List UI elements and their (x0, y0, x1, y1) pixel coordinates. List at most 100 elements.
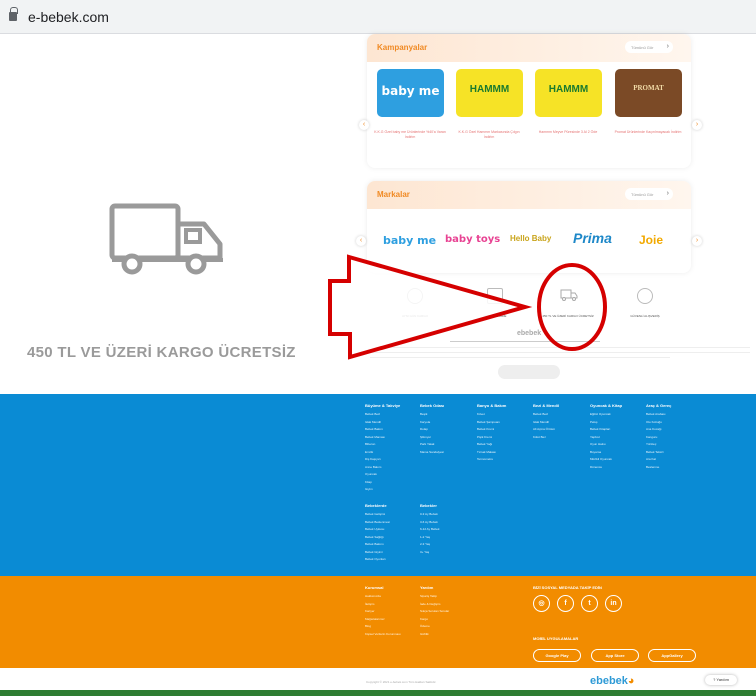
footer-link[interactable]: Islak Mendil (533, 420, 549, 424)
footer-link[interactable]: Tırnak Makası (477, 450, 496, 454)
footer-link[interactable]: 3+ Yaş (420, 550, 429, 554)
footer-link[interactable]: Kişisel Verilerin Korunması (365, 632, 401, 636)
campaign-card-2[interactable]: HAMMM (456, 69, 523, 117)
footer-link[interactable]: İade & Değişim (420, 602, 440, 606)
footer-link[interactable]: Kanguru (646, 435, 657, 439)
campaigns-prev-button[interactable]: ‹ (359, 120, 369, 130)
footer-link[interactable]: Bebek Kitapları (590, 427, 610, 431)
footer-link[interactable]: Park Yatak (420, 442, 434, 446)
brands-view-all-button[interactable]: Tümünü Gör › (625, 188, 673, 200)
footer-link[interactable]: Termometre (477, 457, 493, 461)
footer-link[interactable]: Giyim (365, 487, 373, 491)
brand-logo-3[interactable]: Hello Baby (510, 234, 551, 243)
instagram-icon[interactable]: ◎ (533, 595, 550, 612)
campaign-caption-3[interactable]: Hammm Meyve Püresinde 3 Al 2 Öde (532, 130, 604, 135)
footer-link[interactable]: Pişik Kremi (477, 435, 492, 439)
help-button[interactable]: ? Yardım (705, 675, 737, 685)
google-play-button[interactable]: Google Play (533, 649, 581, 662)
footer-link[interactable]: Biberon (365, 442, 375, 446)
footer-link[interactable]: Bebek Şampuanı (477, 420, 500, 424)
footer-link[interactable]: Diş Kaşıyıcı (365, 457, 381, 461)
footer-link[interactable]: Ödeme (420, 624, 430, 628)
footer-link[interactable]: Bebek Telsizi (646, 450, 663, 454)
footer-link[interactable]: 6-12 Ay Bebek (420, 527, 439, 531)
footer-link[interactable]: Boyama (590, 450, 601, 454)
brand-logo-1[interactable]: baby me (383, 234, 436, 247)
campaigns-next-button[interactable]: › (692, 120, 702, 130)
footer-link[interactable]: 3-6 Ay Bebek (420, 520, 438, 524)
footer-link[interactable]: Anne Bakım (365, 465, 381, 469)
campaigns-view-all-button[interactable]: Tümünü Gör › (625, 41, 673, 53)
show-more-button[interactable] (498, 365, 560, 379)
footer-link[interactable]: Bebek Kremi (477, 427, 494, 431)
linkedin-icon[interactable]: in (605, 595, 622, 612)
footer-link[interactable]: Gizlilik (420, 632, 429, 636)
footer-link[interactable]: Bebek Sağlığı (365, 535, 384, 539)
campaign-card-3[interactable]: HAMMM (535, 69, 602, 117)
footer-link[interactable]: Beşik (420, 412, 427, 416)
ebebek-logo[interactable]: ebebek◕ (590, 675, 635, 687)
footer-link[interactable]: Bebek Giyimi (365, 550, 383, 554)
footer-link[interactable]: Külot Bez (533, 435, 546, 439)
footer-link[interactable]: Karyola (420, 420, 430, 424)
footer-link[interactable]: 0-3 Ay Bebek (420, 512, 438, 516)
footer-link[interactable]: Ana Kucağı (646, 427, 662, 431)
brand-logo-2[interactable]: baby toys (445, 234, 500, 245)
campaign-card-1[interactable]: baby me (377, 69, 444, 117)
campaign-caption-2[interactable]: K.K.G Özel Hammm Markasında Çılgın İndir… (453, 130, 525, 140)
footer-link[interactable]: Bebek Bezi (365, 412, 380, 416)
brand-logo-4[interactable]: Prima (573, 230, 612, 246)
footer-link[interactable]: Bebek Bakımı (365, 542, 384, 546)
brands-next-button[interactable]: › (692, 236, 702, 246)
url-text[interactable]: e-bebek.com (28, 9, 109, 25)
footer-link[interactable]: İletişim (365, 602, 374, 606)
footer-link[interactable]: Mağazalarımız (365, 617, 385, 621)
footer-link[interactable]: Bebek Gelişimi (365, 512, 385, 516)
footer-link[interactable]: Kitap (365, 480, 372, 484)
footer-link[interactable]: Şifonyer (420, 435, 431, 439)
footer-link[interactable]: Dolap (420, 427, 428, 431)
footer-link[interactable]: Kargo (420, 617, 428, 621)
footer-link[interactable]: Eğitici Oyuncak (590, 412, 611, 416)
footer-link[interactable]: Küvet (477, 412, 485, 416)
campaign-caption-4[interactable]: Promat Ürünlerinde Kaçırılmayacak İndiri… (612, 130, 684, 135)
app-gallery-button[interactable]: AppGallery (648, 649, 696, 662)
campaign-caption-1[interactable]: K.K.G Özel baby me Ürünlerinde %40'a Var… (374, 130, 446, 140)
footer-link[interactable]: Hakkımızda (365, 594, 381, 598)
footer-link[interactable]: Oyuncak (365, 472, 377, 476)
footer-link[interactable]: Yapboz (590, 435, 600, 439)
footer-link[interactable]: Oyun Halısı (590, 442, 606, 446)
footer-link[interactable]: Blog (365, 624, 371, 628)
footer-link[interactable]: Kariyer (365, 609, 375, 613)
footer-link[interactable]: Dönence (590, 465, 602, 469)
footer-link[interactable]: Bebek Beslenmesi (365, 520, 390, 524)
footer-link[interactable]: Bebek Maması (365, 435, 385, 439)
browser-address-bar[interactable]: e-bebek.com (0, 0, 756, 34)
campaign-card-4[interactable]: PROMAT (615, 69, 682, 117)
footer-link[interactable]: Sıkça Sorulan Sorular (420, 609, 449, 613)
footer-link[interactable]: 2-3 Yaş (420, 542, 430, 546)
footer-link[interactable]: Yürüteç (646, 442, 656, 446)
footer-link[interactable]: Bebek Arabası (646, 412, 666, 416)
footer-link[interactable]: Alt Açma Örtüsü (533, 427, 555, 431)
brand-logo-5[interactable]: Joie (639, 233, 663, 247)
facebook-icon[interactable]: f (557, 595, 574, 612)
footer-link[interactable]: Emzik (365, 450, 373, 454)
footer-link[interactable]: Oto Koltuğu (646, 420, 662, 424)
footer-link[interactable]: Ara Kat (646, 457, 656, 461)
footer-link[interactable]: Islak Mendil (365, 420, 381, 424)
app-store-button[interactable]: App Store (591, 649, 639, 662)
footer-link[interactable]: Müzikli Oyuncak (590, 457, 612, 461)
footer-link[interactable]: Peluş (590, 420, 598, 424)
footer-link[interactable]: Bebek Oyunları (365, 557, 386, 561)
footer-link[interactable]: Bebek Bezi (533, 412, 548, 416)
twitter-icon[interactable]: t (581, 595, 598, 612)
footer-link[interactable]: Mama Sandalyesi (420, 450, 444, 454)
brands-prev-button[interactable]: ‹ (356, 236, 366, 246)
footer-link[interactable]: Bebek Yağı (477, 442, 492, 446)
footer-link[interactable]: Bebek Uykusu (365, 527, 384, 531)
footer-link[interactable]: 1-2 Yaş (420, 535, 430, 539)
footer-link[interactable]: Sipariş Takip (420, 594, 437, 598)
footer-link[interactable]: Beslenme (646, 465, 659, 469)
footer-link[interactable]: Bebek Bakım (365, 427, 383, 431)
